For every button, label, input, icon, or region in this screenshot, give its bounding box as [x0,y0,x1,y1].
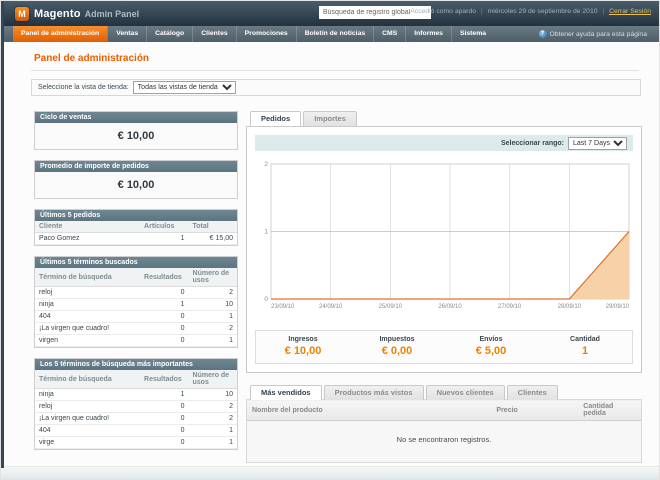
svg-text:1: 1 [264,229,268,236]
table-row: ninja 1 10 [35,298,237,311]
store-view-bar: Seleccione la vista de tienda: Todas las… [31,79,641,96]
table-row: 404 0 1 [35,310,237,323]
magento-logo[interactable]: M Magento Admin Panel [15,6,140,21]
empty-records-message: No se encontraron registros. [246,420,642,463]
products-tabs: Más vendidos Productos más vistos Nuevos… [250,385,642,400]
table-row: reloj 0 2 [35,400,237,413]
svg-text:24/09/10: 24/09/10 [319,304,343,310]
session-info: Accedió como apardo | miércoles 29 de se… [410,8,651,15]
svg-text:29/09/10: 29/09/10 [606,304,630,310]
orders-tabs: Pedidos Importes [250,111,642,126]
table-row: reloj 0 2 [35,286,237,299]
help-link[interactable]: ? Obtener ayuda para esta página [538,26,660,42]
table-row: virgen 0 1 [35,334,237,347]
table-row: ¡La virgen que cuadro! 0 2 [35,412,237,425]
nav-item-boletin[interactable]: Boletín de noticias [295,26,373,42]
tab-pedidos[interactable]: Pedidos [250,111,302,126]
svg-text:25/09/10: 25/09/10 [379,304,403,310]
svg-text:28/09/10: 28/09/10 [558,304,582,310]
top-search-card: Los 5 términos de búsqueda más important… [34,358,238,450]
table-row: ¡La virgen que cuadro! 0 2 [35,322,237,335]
orders-chart: 0 1 2 23/09/10 24/09/10 25/09/10 26/09/10 27/09… [255,159,633,322]
help-icon: ? [538,30,547,38]
nav-item-dashboard[interactable]: Panel de administración [13,26,108,42]
logout-link[interactable]: Cerrar Sesión [609,8,651,15]
table-row: 404 0 1 [35,424,237,437]
average-orders-card: Promedio de importe de pedidos € 10,00 [34,160,238,199]
store-view-select[interactable]: Todas las vistas de tienda [132,81,236,94]
last-search-card: Últimos 5 términos buscados Término de b… [34,256,238,348]
range-bar: Seleccionar rango: Last 7 Days [255,135,633,151]
tab-mas-vendidos[interactable]: Más vendidos [250,385,322,400]
logo-subtitle: Admin Panel [84,9,140,19]
title-divider [31,70,639,71]
logo-text: Magento [34,7,81,20]
stat-ingresos: Ingresos € 10,00 [284,336,322,357]
lifetime-sales-title: Ciclo de ventas [35,112,237,123]
range-label: Seleccionar rango: [500,139,564,147]
stat-cantidad: Cantidad 1 [570,336,600,357]
table-row: Paco Gomez 1 € 15,00 [35,232,237,245]
table-row: virge 0 1 [35,436,237,449]
logged-in-as: Accedió como apardo [410,8,477,15]
dashboard-left-column: Ciclo de ventas € 10,00 Promedio de impo… [34,111,238,460]
top-search-table: Término de búsqueda Resultados Número de… [35,370,237,449]
window-edge [1,1,4,468]
last-search-table: Término de búsqueda Resultados Número de… [35,268,237,347]
nav-item-promociones[interactable]: Promociones [235,26,296,42]
totals-bar: Ingresos € 10,00 Impuestos € 0,00 Envíos… [255,330,633,364]
tab-nuevos-clientes[interactable]: Nuevos clientes [425,385,505,400]
help-label: Obtener ayuda para esta página [549,30,648,38]
top-search-title: Los 5 términos de búsqueda más important… [35,359,237,370]
nav-item-ventas[interactable]: Ventas [107,26,146,42]
average-orders-title: Promedio de importe de pedidos [35,161,237,172]
nav-item-clientes[interactable]: Clientes [192,26,235,42]
footer-strip [1,466,659,479]
last-orders-table: Cliente Artículos Total Paco Gomez 1 € 15,… [35,221,237,245]
svg-text:27/09/10: 27/09/10 [498,304,522,310]
lifetime-sales-card: Ciclo de ventas € 10,00 [34,111,238,150]
average-orders-value: € 10,00 [35,172,237,198]
orders-panel: Seleccionar rango: Last 7 Days 0 1 2 23/09/… [246,126,642,373]
stat-envios: Envíos € 5,00 [475,336,507,357]
current-date: miércoles 29 de septiembre de 2010 [487,8,598,15]
bestsellers-table: Nombre del producto Precio Cantidad pedi… [246,399,642,463]
table-row: ninja 1 10 [35,388,237,401]
page-title: Panel de administración [34,53,150,64]
content-area: Panel de administración Seleccione la vi… [4,42,659,466]
last-orders-card: Últimos 5 pedidos Cliente Artículos Tota… [34,209,238,246]
header-bar: M Magento Admin Panel Accedió como apard… [1,1,659,26]
lifetime-sales-value: € 10,00 [35,123,237,149]
store-view-label: Seleccione la vista de tienda: [38,84,129,91]
svg-text:2: 2 [264,161,268,168]
svg-text:26/09/10: 26/09/10 [438,304,462,310]
svg-text:0: 0 [264,296,268,303]
last-search-title: Últimos 5 términos buscados [35,257,237,268]
tab-productos-mas-vistos[interactable]: Productos más vistos [323,385,424,400]
stat-impuestos: Impuestos € 0,00 [379,336,415,357]
nav-item-catalogo[interactable]: Catálogo [146,26,192,42]
range-select[interactable]: Last 7 Days [568,136,627,150]
main-nav: Panel de administración Ventas Catálogo … [1,26,659,42]
nav-item-informes[interactable]: Informes [405,26,451,42]
last-orders-title: Últimos 5 pedidos [35,210,237,221]
tab-clientes[interactable]: Clientes [506,385,558,400]
nav-item-sistema[interactable]: Sistema [450,26,494,42]
dashboard-right-column: Pedidos Importes Seleccionar rango: Last… [246,111,642,463]
magento-logo-icon: M [15,6,29,21]
svg-text:23/09/10: 23/09/10 [271,304,295,310]
orders-chart-svg: 0 1 2 23/09/10 24/09/10 25/09/10 26/09/10 27/09… [264,161,630,310]
magento-admin-window: M Magento Admin Panel Accedió como apard… [0,0,660,480]
nav-item-cms[interactable]: CMS [373,26,405,42]
tab-importes[interactable]: Importes [303,111,357,126]
